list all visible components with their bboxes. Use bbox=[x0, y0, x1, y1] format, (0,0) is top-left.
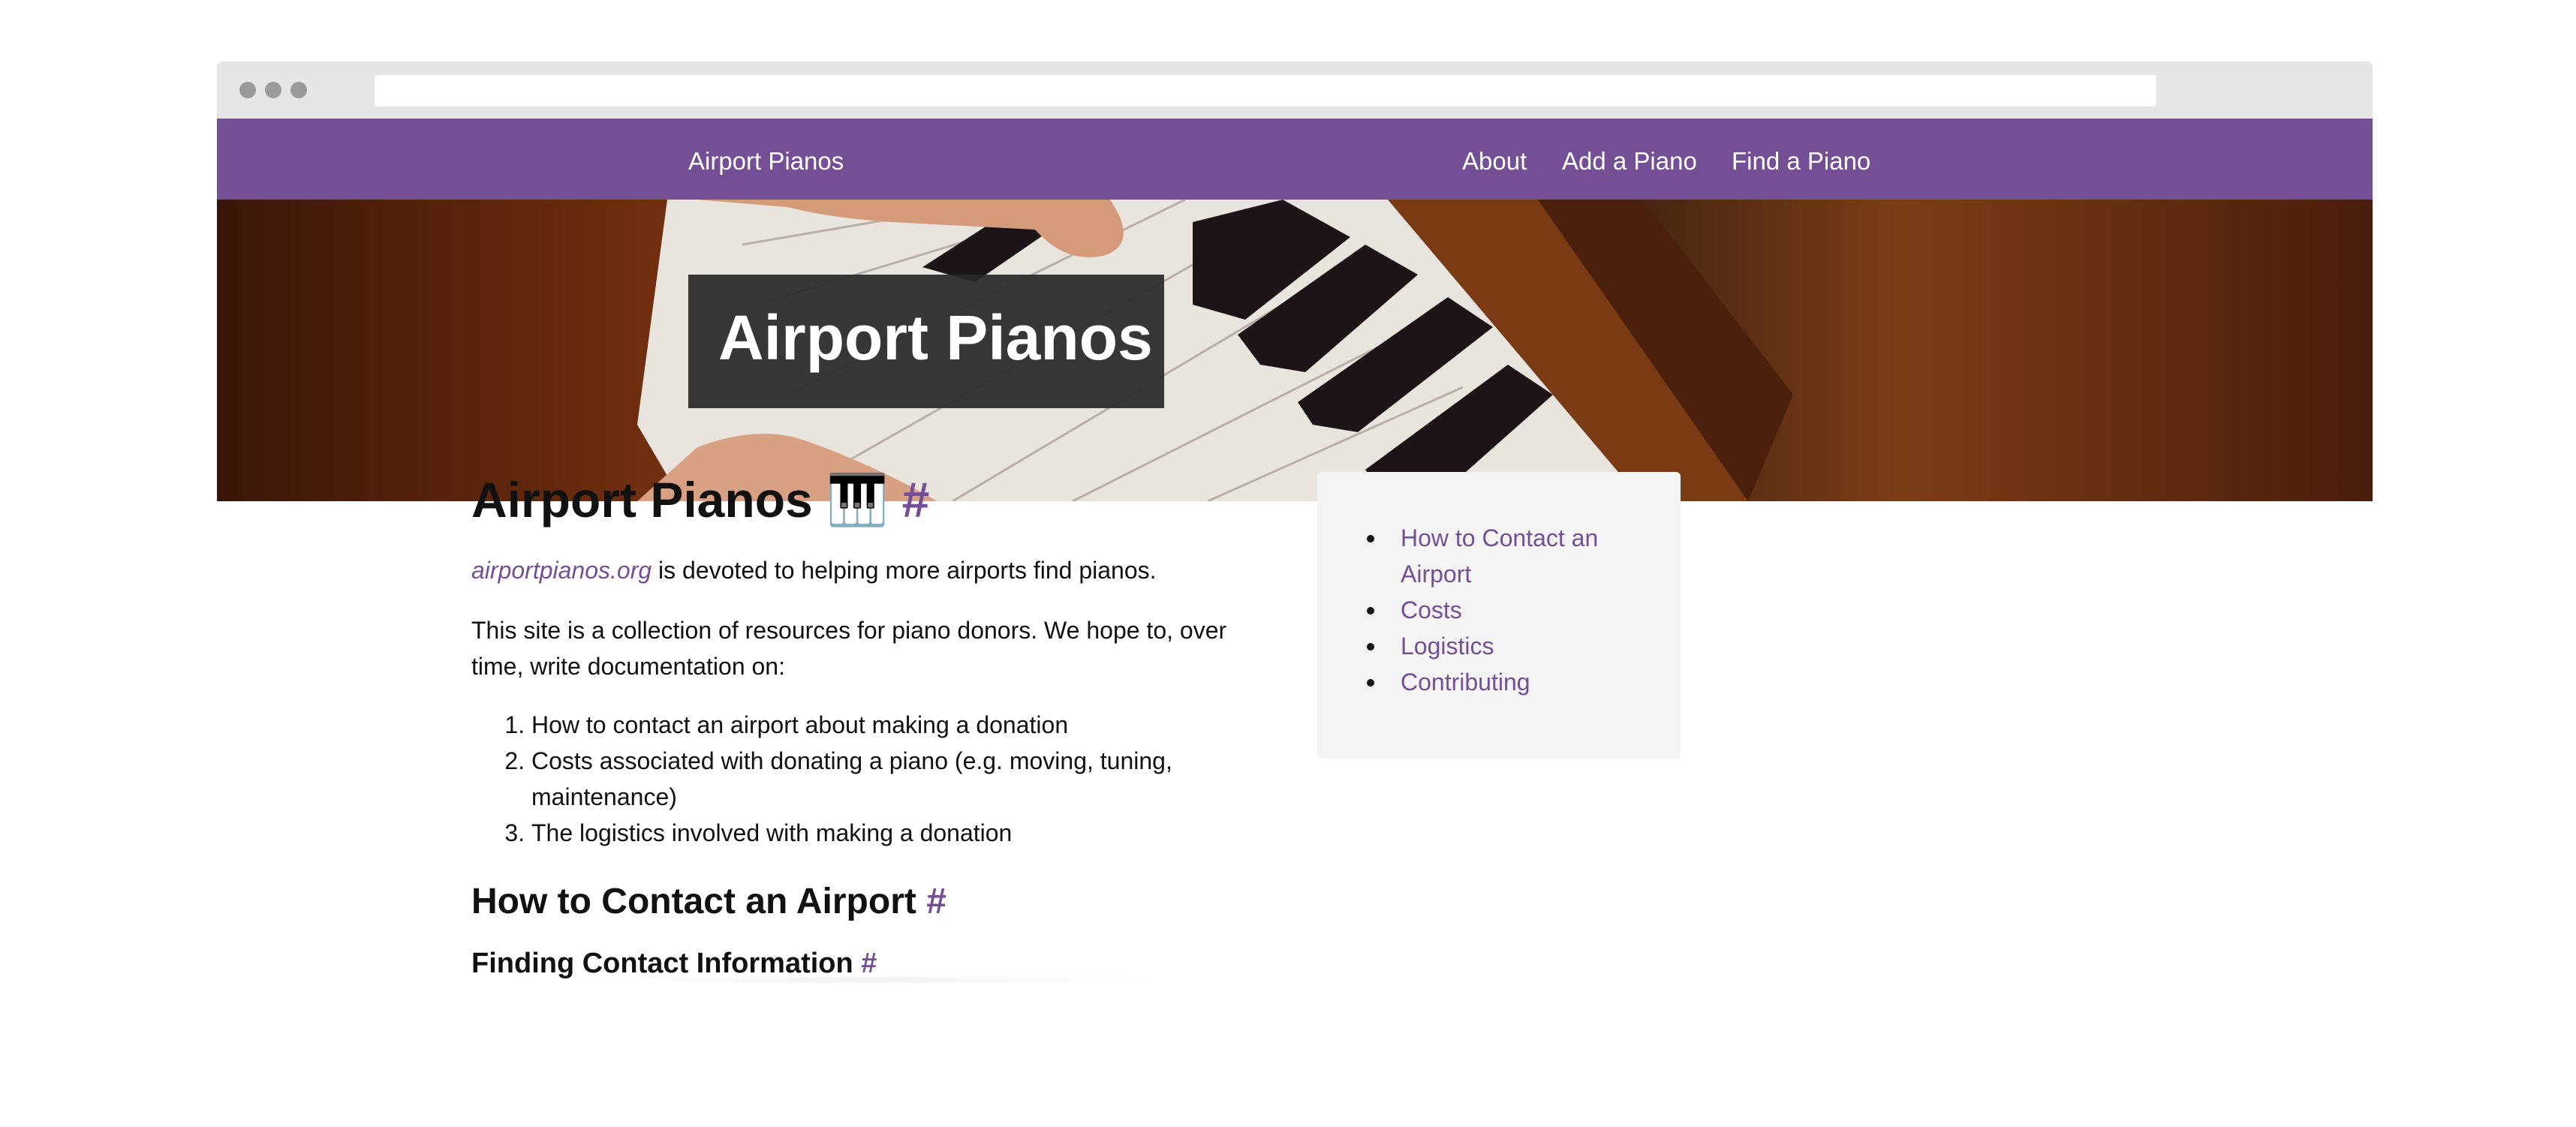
piano-keys-image bbox=[637, 200, 1793, 501]
section-heading: How to Contact an Airport # bbox=[471, 878, 1252, 926]
window-minimize-dot[interactable] bbox=[265, 82, 281, 98]
site-navbar: Airport Pianos About Add a Piano Find a … bbox=[217, 119, 2373, 200]
main-content: Airport Pianos 🎹 # airportpianos.org is … bbox=[471, 470, 1252, 983]
intro-paragraph: airportpianos.org is devoted to helping … bbox=[471, 552, 1252, 588]
subsection-heading-text: Finding Contact Information bbox=[471, 948, 853, 979]
page-title-text: Airport Pianos bbox=[471, 472, 813, 527]
section-heading-text: How to Contact an Airport bbox=[471, 882, 916, 921]
toc-item[interactable]: Contributing bbox=[1367, 664, 1652, 700]
intro-text: is devoted to helping more airports find… bbox=[652, 557, 1157, 584]
toc-list: How to Contact an Airport Costs Logistic… bbox=[1367, 520, 1652, 700]
hero-title-box: Airport Pianos bbox=[688, 275, 1164, 408]
hero-title: Airport Pianos bbox=[718, 302, 1153, 373]
list-item: How to contact an airport about making a… bbox=[531, 707, 1252, 743]
window-maximize-dot[interactable] bbox=[290, 82, 307, 98]
list-item: The logistics involved with making a don… bbox=[531, 815, 1252, 851]
content-fade-divider bbox=[585, 977, 1156, 983]
page-title: Airport Pianos 🎹 # bbox=[471, 470, 1252, 530]
toc-link-contact[interactable]: How to Contact an Airport bbox=[1401, 524, 1598, 588]
section-heading-anchor-link[interactable]: # bbox=[926, 882, 946, 921]
hero-banner: Airport Pianos bbox=[217, 200, 2373, 501]
toc-link-contributing[interactable]: Contributing bbox=[1401, 669, 1530, 696]
nav-link-find-a-piano[interactable]: Find a Piano bbox=[1732, 147, 1870, 176]
piano-emoji-icon: 🎹 bbox=[826, 472, 889, 527]
toc-link-costs[interactable]: Costs bbox=[1401, 597, 1462, 624]
site-domain-link[interactable]: airportpianos.org bbox=[471, 557, 652, 584]
address-bar[interactable] bbox=[375, 75, 2156, 107]
browser-chrome bbox=[217, 62, 2373, 119]
toc-item[interactable]: Logistics bbox=[1367, 628, 1652, 664]
documentation-list: How to contact an airport about making a… bbox=[471, 707, 1252, 851]
toc-link-logistics[interactable]: Logistics bbox=[1401, 633, 1494, 660]
toc-item[interactable]: Costs bbox=[1367, 592, 1652, 628]
description-paragraph: This site is a collection of resources f… bbox=[471, 617, 1227, 680]
page-title-anchor-link[interactable]: # bbox=[902, 472, 930, 527]
list-item: Costs associated with donating a piano (… bbox=[531, 743, 1252, 815]
nav-link-about[interactable]: About bbox=[1462, 147, 1527, 176]
window-close-dot[interactable] bbox=[239, 82, 256, 98]
navbar-brand[interactable]: Airport Pianos bbox=[688, 147, 844, 176]
subsection-heading-anchor-link[interactable]: # bbox=[861, 948, 877, 979]
table-of-contents: How to Contact an Airport Costs Logistic… bbox=[1317, 472, 1681, 759]
toc-item[interactable]: How to Contact an Airport bbox=[1367, 520, 1652, 592]
nav-link-add-a-piano[interactable]: Add a Piano bbox=[1562, 147, 1697, 176]
